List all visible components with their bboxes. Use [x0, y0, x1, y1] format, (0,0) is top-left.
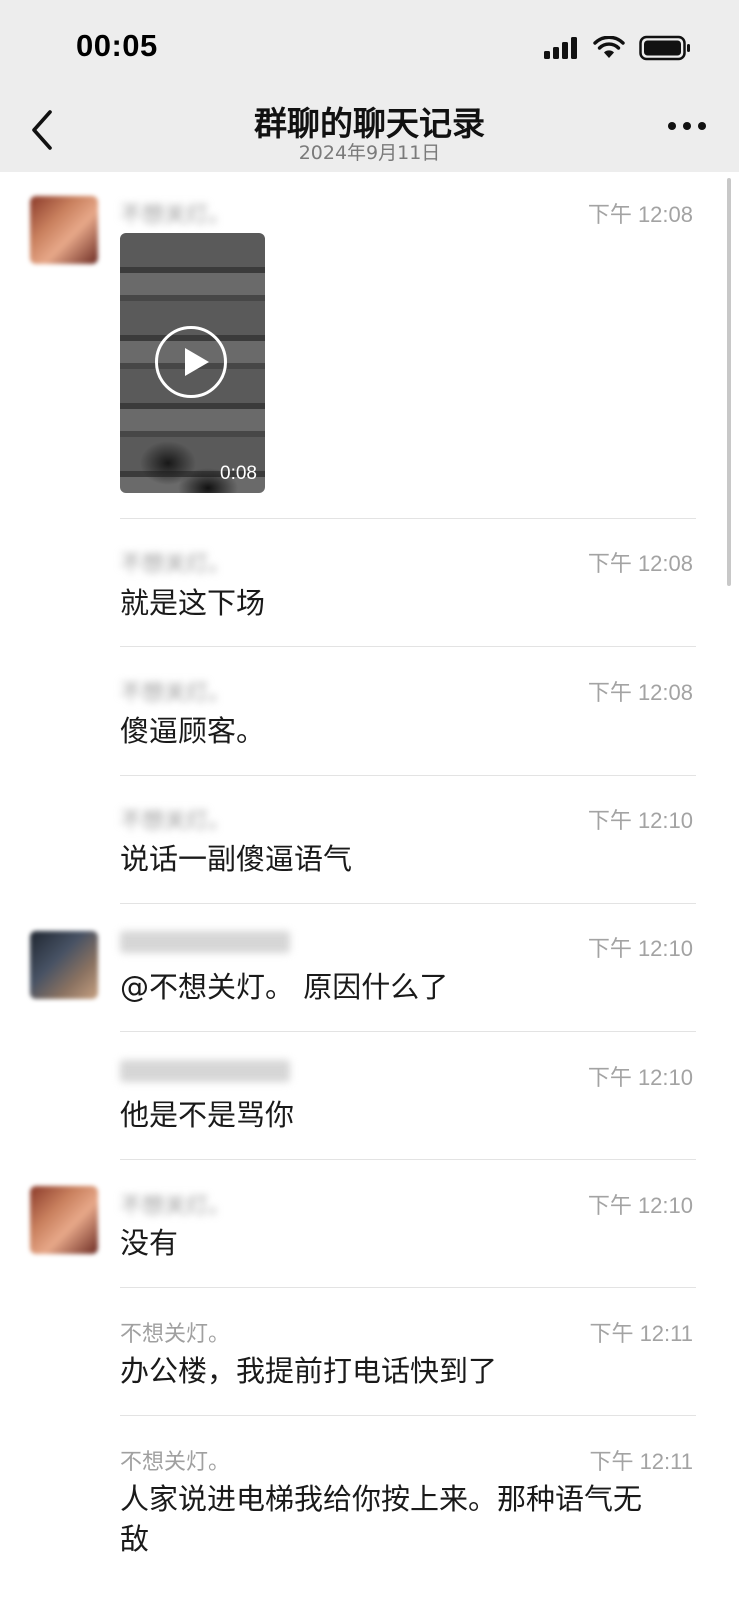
- message-text: 没有: [120, 1226, 179, 1260]
- message-text: 人家说进电梯我给你按上来。那种语气无敌: [120, 1482, 643, 1556]
- divider: [120, 646, 696, 647]
- divider: [120, 1287, 696, 1288]
- message-text: 说话一副傻逼语气: [120, 842, 353, 876]
- divider: [120, 1159, 696, 1160]
- status-icons: [543, 34, 691, 62]
- sender-name: 不想关灯。: [120, 1450, 231, 1475]
- avatar[interactable]: [30, 196, 98, 264]
- message-time: 下午 12:08: [587, 551, 693, 576]
- header-area: 00:05 群聊的聊天记录 2024年9月11日: [0, 0, 739, 172]
- sender-name: 不想关灯。: [120, 552, 231, 577]
- sender-name: [120, 1060, 290, 1082]
- sender-name: [120, 931, 290, 953]
- message-time: 下午 12:10: [587, 808, 693, 833]
- status-time: 00:05: [76, 28, 158, 63]
- message-time: 下午 12:08: [587, 680, 693, 705]
- page-date: 2024年9月11日: [298, 142, 441, 164]
- video-duration: 0:08: [220, 463, 257, 484]
- message-text: 傻逼顾客。: [120, 714, 266, 748]
- sender-name: 不想关灯。: [120, 1194, 231, 1219]
- wifi-icon: [593, 36, 625, 58]
- message-time: 下午 12:11: [589, 1449, 693, 1474]
- message-text: 办公楼，我提前打电话快到了: [120, 1354, 498, 1388]
- ellipsis-icon[interactable]: [667, 120, 707, 132]
- battery-icon: [639, 35, 690, 61]
- divider: [120, 1415, 696, 1416]
- avatar[interactable]: [30, 931, 98, 999]
- divider: [120, 775, 696, 776]
- video-message[interactable]: 0:08: [120, 233, 265, 493]
- avatar[interactable]: [30, 1186, 98, 1254]
- message-time: 下午 12:10: [587, 1193, 693, 1218]
- sender-name: 不想关灯。: [120, 681, 231, 706]
- sender-name: 不想关灯。: [120, 1322, 231, 1347]
- message-time: 下午 12:10: [587, 1065, 693, 1090]
- divider: [120, 903, 696, 904]
- message-time: 下午 12:11: [589, 1321, 693, 1346]
- play-icon[interactable]: [155, 326, 227, 398]
- signal-icon: [544, 37, 577, 59]
- scrollbar[interactable]: [727, 178, 731, 586]
- message-text: 他是不是骂你: [120, 1098, 295, 1132]
- sender-name: 不想关灯。: [120, 809, 231, 834]
- message-time: 下午 12:10: [587, 936, 693, 961]
- message-text: 就是这下场: [120, 586, 266, 620]
- message-time: 下午 12:08: [587, 202, 693, 227]
- divider: [120, 518, 696, 519]
- sender-name: 不想关灯。: [120, 203, 231, 228]
- message-text: @不想关灯。 原因什么了: [120, 970, 449, 1004]
- divider: [120, 1031, 696, 1032]
